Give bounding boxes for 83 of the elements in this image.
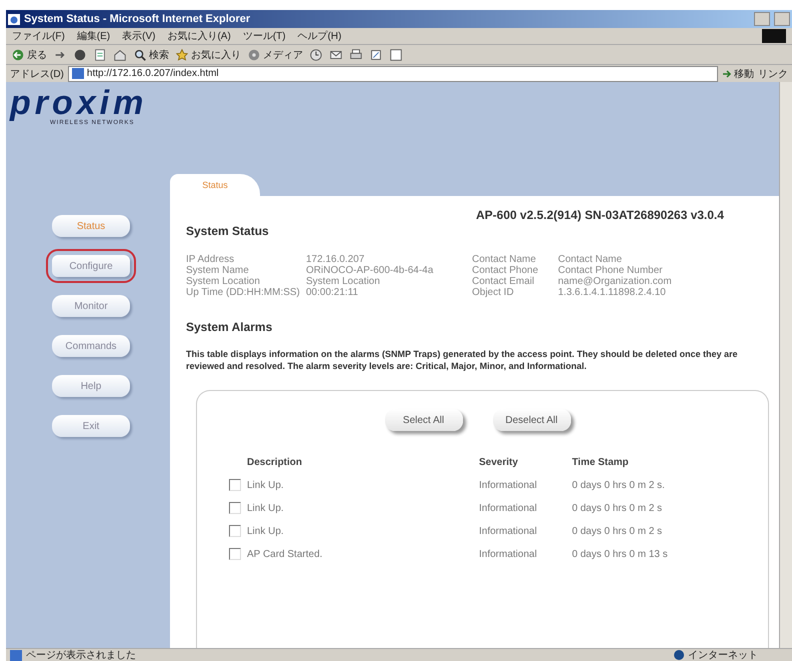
menu-item[interactable]: ファイル(F) xyxy=(12,29,65,43)
menu-item[interactable]: ツール(T) xyxy=(242,29,286,43)
table-cell-text: Informational xyxy=(479,480,538,490)
menu-item[interactable]: 表示(V) xyxy=(122,29,156,43)
info-value: Contact Name xyxy=(558,254,623,265)
table-cell-text: Informational xyxy=(479,526,538,536)
clock-icon xyxy=(309,48,323,62)
toolbar-button[interactable]: 戻る xyxy=(10,48,48,62)
row-checkbox[interactable] xyxy=(229,525,241,537)
menu-item[interactable]: ヘルプ(H) xyxy=(298,29,342,43)
section-title: System Alarms xyxy=(186,320,274,334)
info-label: Contact Phone xyxy=(472,265,540,276)
info-label: System Name xyxy=(186,265,250,276)
table-cell-text: Informational xyxy=(479,502,538,514)
toolbar-button[interactable]: 検索 xyxy=(132,48,170,62)
browser-icon xyxy=(8,14,20,24)
table-cell-text: Link Up. xyxy=(247,526,285,536)
toolbar-button[interactable] xyxy=(348,48,364,62)
action-button[interactable]: Deselect All xyxy=(492,409,570,431)
links-button[interactable]: リンク xyxy=(758,66,788,80)
action-button[interactable]: Select All xyxy=(384,409,462,431)
house-icon xyxy=(113,48,127,62)
page-icon xyxy=(72,68,84,79)
info-label: IP Address xyxy=(186,254,236,265)
info-label: System Location xyxy=(186,276,261,287)
toolbar-button[interactable]: お気に入り xyxy=(174,48,242,62)
toolbar-button[interactable] xyxy=(388,48,404,62)
table-cell-text: AP Card Started. xyxy=(247,548,324,560)
table-cell-text: Link Up. xyxy=(247,502,285,514)
table-cell-text: 0 days 0 hrs 0 m 2 s xyxy=(572,526,664,536)
row-checkbox[interactable] xyxy=(229,548,241,560)
menu-item[interactable]: お気に入り(A) xyxy=(167,29,231,43)
page-icon xyxy=(93,48,107,62)
toolbar-button[interactable] xyxy=(72,48,88,62)
column-header: Description xyxy=(247,457,304,468)
printer-icon xyxy=(349,48,363,62)
toolbar-button[interactable] xyxy=(112,48,128,62)
edit-icon xyxy=(369,48,383,62)
info-label: Contact Email xyxy=(472,276,536,287)
windows-logo xyxy=(762,29,786,43)
arrow-icon xyxy=(722,68,732,78)
info-value: name@Organization.com xyxy=(558,276,673,287)
info-value: ORiNOCO-AP-600-4b-64-4a xyxy=(306,265,434,276)
window-title: System Status - Microsoft Internet Explorer xyxy=(24,13,252,25)
column-header: Severity xyxy=(479,457,519,468)
toolbar-button[interactable] xyxy=(308,48,324,62)
zone-label: インターネット xyxy=(688,649,758,661)
menu-item[interactable]: 編集(E) xyxy=(76,29,110,43)
info-value: 1.3.6.1.4.1.11898.2.4.10 xyxy=(558,287,667,298)
row-checkbox[interactable] xyxy=(229,479,241,491)
disc-icon xyxy=(247,48,261,62)
table-cell-text: 0 days 0 hrs 0 m 2 s. xyxy=(572,480,666,490)
column-header: Time Stamp xyxy=(572,457,630,468)
toolbar-button[interactable]: メディア xyxy=(246,48,304,62)
info-value: 00:00:21:11 xyxy=(306,287,360,298)
info-label: Object ID xyxy=(472,287,515,298)
globe-icon xyxy=(674,650,684,660)
square-icon xyxy=(389,48,403,62)
search-icon xyxy=(133,48,147,62)
scrollbar[interactable] xyxy=(779,82,792,648)
info-value: 172.16.0.207 xyxy=(306,254,366,265)
go-button[interactable]: 移動 xyxy=(722,66,754,80)
info-value: Contact Phone Number xyxy=(558,265,664,276)
version-text: AP-600 v2.5.2(914) SN-03AT26890263 v3.0.4 xyxy=(476,208,725,222)
table-cell-text: 0 days 0 hrs 0 m 2 s xyxy=(572,502,664,514)
brand-logo: proxim xyxy=(10,86,148,120)
table-cell-text: Informational xyxy=(479,548,538,560)
info-label: Contact Name xyxy=(472,254,537,265)
table-cell-text: Link Up. xyxy=(247,480,285,490)
info-value: System Location xyxy=(306,276,381,287)
table-cell-text: 0 days 0 hrs 0 m 13 s xyxy=(572,548,669,560)
address-field[interactable]: http://172.16.0.207/index.html xyxy=(68,66,718,82)
description-text: This table displays information on the alarms (SNMP Traps) generated by the access point. They should be deleted once they are reviewed and resolved. The alarm severity levels are: Critical, Major, Minor, and Informational. xyxy=(186,348,738,372)
info-label: Up Time (DD:HH:MM:SS) xyxy=(186,287,301,298)
star-icon xyxy=(175,48,189,62)
toolbar-button[interactable] xyxy=(368,48,384,62)
row-checkbox[interactable] xyxy=(229,502,241,514)
toolbar-button[interactable] xyxy=(92,48,108,62)
address-label: アドレス(D) xyxy=(10,68,64,80)
circle-icon xyxy=(73,48,87,62)
section-title: System Status xyxy=(186,223,270,238)
page-icon xyxy=(10,650,22,660)
status-message: ページが表示されました xyxy=(26,648,137,661)
